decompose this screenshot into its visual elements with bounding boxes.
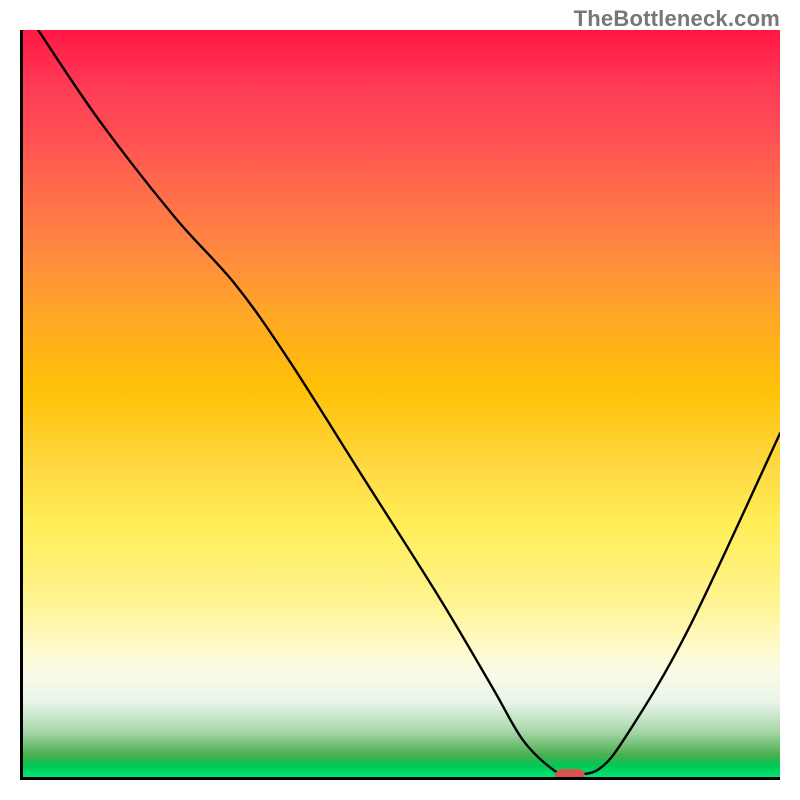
curve-svg	[23, 30, 780, 777]
chart-container: TheBottleneck.com	[0, 0, 800, 800]
watermark-text: TheBottleneck.com	[574, 6, 780, 32]
bottleneck-curve	[38, 30, 780, 774]
optimal-marker	[555, 769, 585, 780]
plot-area	[20, 30, 780, 780]
